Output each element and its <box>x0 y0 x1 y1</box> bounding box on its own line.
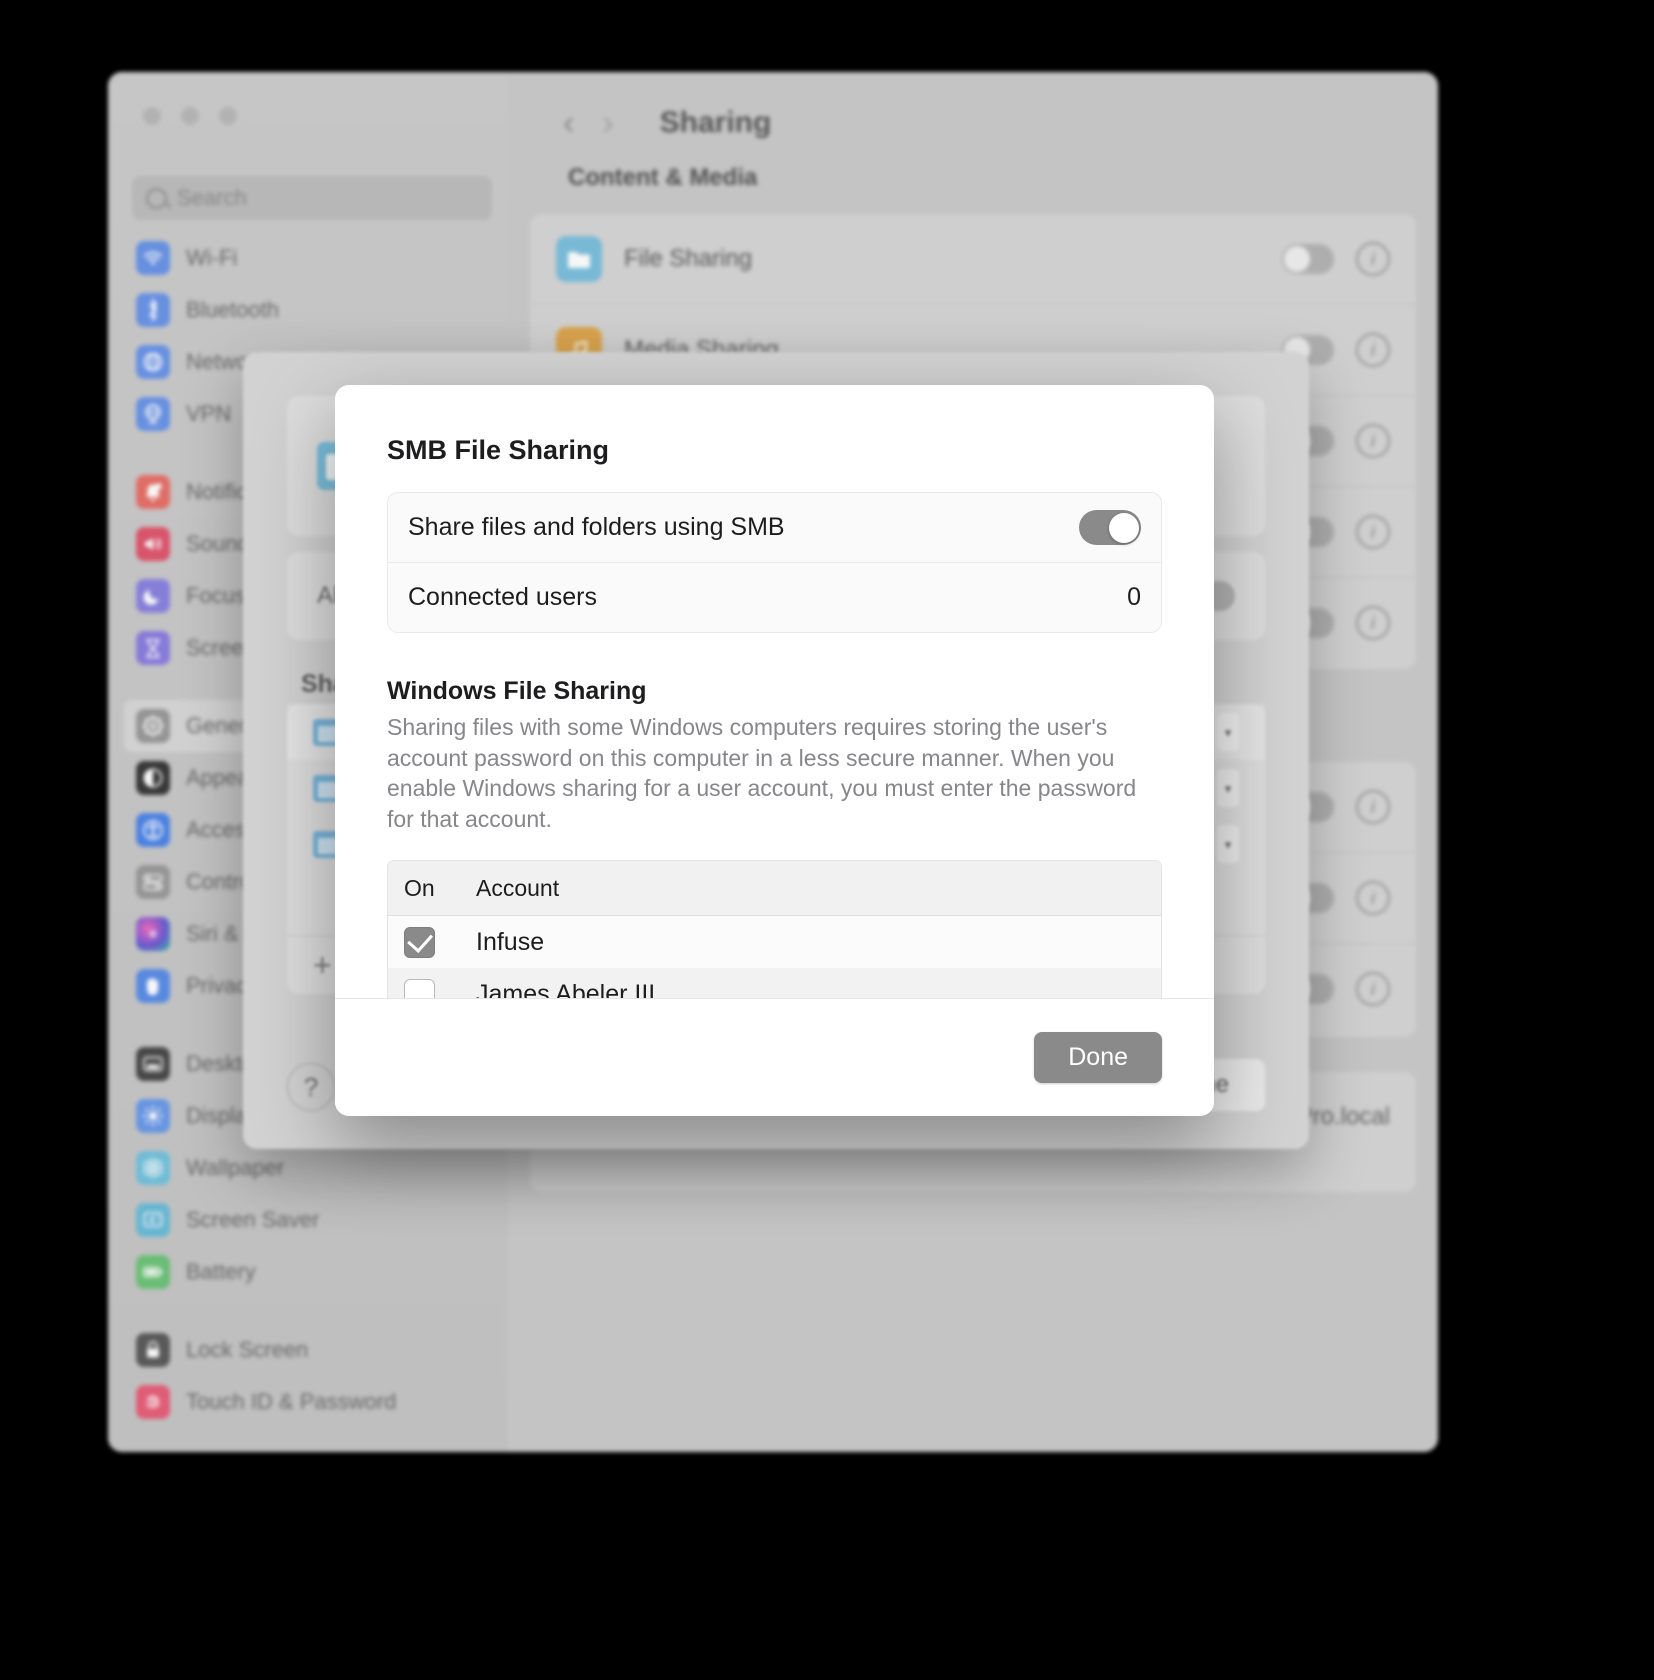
share-files-toggle[interactable] <box>1079 510 1141 545</box>
desktop-dock-icon <box>136 1047 170 1081</box>
battery-icon <box>136 1255 170 1289</box>
info-icon[interactable]: i <box>1356 881 1390 915</box>
add-folder-button[interactable]: + <box>313 947 332 984</box>
network-globe-icon <box>136 345 170 379</box>
wallpaper-icon <box>136 1151 170 1185</box>
sidebar-item-lock-screen[interactable]: Lock Screen <box>124 1324 508 1376</box>
sidebar-item-label: Wallpaper <box>186 1155 285 1180</box>
gear-icon <box>136 709 170 743</box>
sidebar-item-bluetooth[interactable]: Bluetooth <box>124 284 508 336</box>
touch-id-icon <box>136 1385 170 1419</box>
column-header-account: Account <box>476 874 560 901</box>
info-icon[interactable]: i <box>1356 515 1390 549</box>
bell-icon <box>136 475 170 509</box>
sidebar-item-label: Bluetooth <box>186 297 279 322</box>
accessibility-icon <box>136 813 170 847</box>
connected-users-label: Connected users <box>408 583 598 611</box>
nav-bar: ‹ › Sharing <box>563 106 771 140</box>
screen-saver-icon <box>136 1203 170 1237</box>
smb-file-sharing-dialog: SMB File Sharing Share files and folders… <box>335 385 1214 1116</box>
info-icon[interactable]: i <box>1356 972 1390 1006</box>
windows-file-sharing-description: Sharing files with some Windows computer… <box>387 714 1137 832</box>
display-brightness-icon <box>136 1099 170 1133</box>
windows-file-sharing-title: Windows File Sharing <box>387 677 647 705</box>
sidebar-item-label: Lock Screen <box>186 1337 309 1362</box>
dialog-title: SMB File Sharing <box>387 435 610 465</box>
sidebar-item-touch-id[interactable]: Touch ID & Password <box>124 1376 508 1428</box>
sidebar-item-label: VPN <box>186 401 232 426</box>
service-label: File Sharing <box>624 245 753 272</box>
file-sharing-folder-icon <box>556 236 602 282</box>
close-button[interactable] <box>143 107 161 125</box>
sidebar-item-label: Wi-Fi <box>186 245 238 270</box>
desktop-screen: Search Wi-Fi Bluetooth Network VPN Sound… <box>0 0 1654 1680</box>
smb-settings-group: Share files and folders using SMB Connec… <box>387 492 1162 633</box>
permission-stepper[interactable]: ▾ <box>1217 769 1239 807</box>
hourglass-icon <box>136 631 170 665</box>
dialog-footer: Done <box>335 998 1214 1116</box>
connected-users-row: Connected users 0 <box>388 562 1161 632</box>
siri-icon <box>136 917 170 951</box>
permission-stepper[interactable]: ▾ <box>1217 713 1239 751</box>
info-icon[interactable]: i <box>1356 606 1390 640</box>
sidebar-item-battery[interactable]: Battery <box>124 1246 508 1298</box>
share-files-label: Share files and folders using SMB <box>408 513 785 541</box>
sidebar-item-label: Focus <box>186 583 246 608</box>
search-placeholder: Search <box>177 185 247 210</box>
table-row[interactable]: Infuse <box>388 916 1161 969</box>
permission-stepper[interactable]: ▾ <box>1217 825 1239 863</box>
info-icon[interactable]: i <box>1356 242 1390 276</box>
info-icon[interactable]: i <box>1356 424 1390 458</box>
account-checkbox[interactable] <box>404 926 435 958</box>
done-button[interactable]: Done <box>1034 1032 1162 1083</box>
info-icon[interactable]: i <box>1356 790 1390 824</box>
accounts-table-header: On Account <box>388 861 1161 917</box>
lock-screen-icon <box>136 1333 170 1367</box>
sidebar-item-label: Battery <box>186 1259 256 1284</box>
sidebar-item-wallpaper[interactable]: Wallpaper <box>124 1142 508 1194</box>
help-button[interactable]: ? <box>287 1063 335 1111</box>
bluetooth-icon <box>136 293 170 327</box>
section-heading-content-media: Content & Media <box>568 164 758 191</box>
sidebar-item-screen-saver[interactable]: Screen Saver <box>124 1194 508 1246</box>
connected-users-value: 0 <box>1127 583 1141 611</box>
control-center-icon <box>136 865 170 899</box>
account-name-cell: Infuse <box>476 927 545 956</box>
speaker-icon <box>136 527 170 561</box>
forward-button[interactable]: › <box>602 106 613 140</box>
moon-icon <box>136 579 170 613</box>
share-files-row[interactable]: Share files and folders using SMB <box>388 493 1161 562</box>
sidebar-item-wifi[interactable]: Wi-Fi <box>124 232 508 284</box>
service-row-file-sharing[interactable]: File Sharing i <box>530 214 1416 305</box>
page-title: Sharing <box>659 106 772 139</box>
sidebar-item-label: Sound <box>186 531 250 556</box>
sheet-footer: ? <box>287 1063 335 1111</box>
column-header-on: On <box>404 874 435 901</box>
info-icon[interactable]: i <box>1356 333 1390 367</box>
dialog-body: SMB File Sharing Share files and folders… <box>335 385 1214 1022</box>
privacy-hand-icon <box>136 969 170 1003</box>
vpn-globe-icon <box>136 397 170 431</box>
window-traffic-lights[interactable] <box>143 107 237 125</box>
account-on-cell <box>388 926 476 958</box>
back-button[interactable]: ‹ <box>563 106 574 140</box>
service-toggle[interactable] <box>1282 244 1334 274</box>
sidebar-item-label: Screen Saver <box>186 1207 320 1232</box>
minimize-button[interactable] <box>181 107 199 125</box>
appearance-icon <box>136 761 170 795</box>
sidebar-group-security: Lock Screen Touch ID & Password <box>124 1324 508 1428</box>
zoom-button[interactable] <box>219 107 237 125</box>
wifi-icon <box>136 241 170 275</box>
search-icon <box>146 187 167 209</box>
sidebar-item-label: Touch ID & Password <box>186 1389 397 1414</box>
search-input[interactable]: Search <box>132 176 492 220</box>
